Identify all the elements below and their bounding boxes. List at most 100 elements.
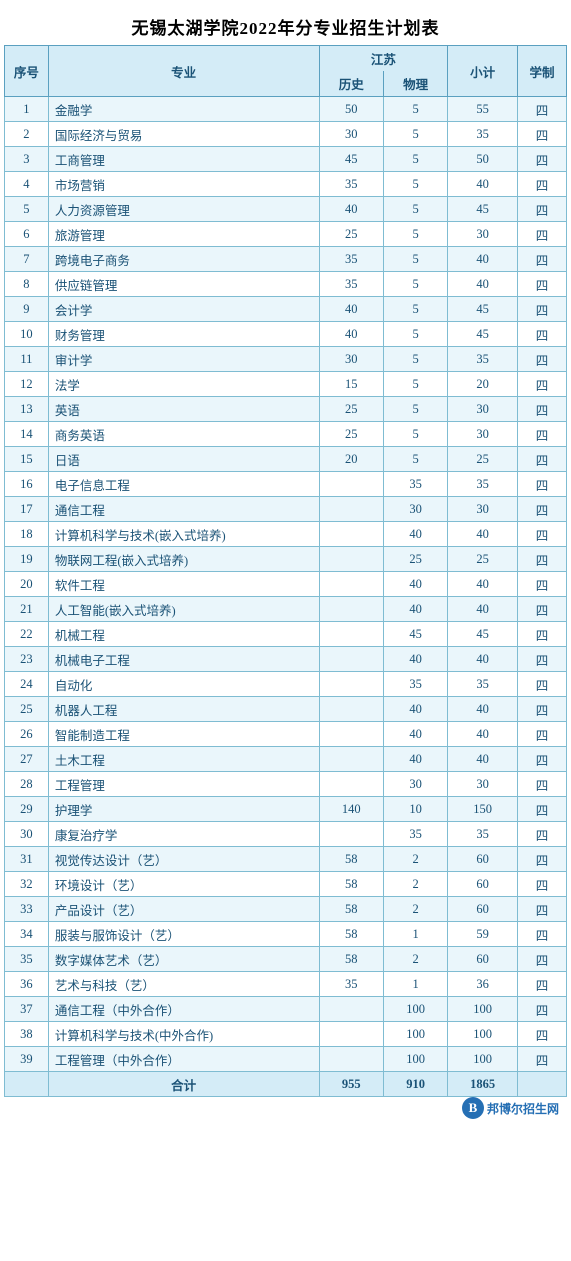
- cell-seq: 10: [5, 322, 49, 347]
- cell-subtotal: 60: [448, 847, 518, 872]
- cell-history: [319, 672, 383, 697]
- cell-physics: 1: [383, 922, 447, 947]
- table-row: 27土木工程4040四: [5, 747, 567, 772]
- table-row: 26智能制造工程4040四: [5, 722, 567, 747]
- cell-subtotal: 40: [448, 597, 518, 622]
- cell-seq: 11: [5, 347, 49, 372]
- table-row: 6旅游管理25530四: [5, 222, 567, 247]
- cell-major: 工商管理: [48, 147, 319, 172]
- table-row: 5人力资源管理40545四: [5, 197, 567, 222]
- cell-years: 四: [517, 797, 566, 822]
- cell-seq: 13: [5, 397, 49, 422]
- cell-physics: 25: [383, 547, 447, 572]
- cell-history: 58: [319, 872, 383, 897]
- total-row: 合计9559101865: [5, 1072, 567, 1097]
- cell-seq: 36: [5, 972, 49, 997]
- cell-history: [319, 547, 383, 572]
- cell-seq: 16: [5, 472, 49, 497]
- cell-subtotal: 30: [448, 497, 518, 522]
- cell-major: 服装与服饰设计（艺）: [48, 922, 319, 947]
- cell-years: 四: [517, 1047, 566, 1072]
- table-row: 24自动化3535四: [5, 672, 567, 697]
- cell-history: 35: [319, 272, 383, 297]
- cell-years: 四: [517, 897, 566, 922]
- cell-subtotal: 60: [448, 947, 518, 972]
- cell-physics: 40: [383, 647, 447, 672]
- table-row: 2国际经济与贸易30535四: [5, 122, 567, 147]
- cell-physics: 5: [383, 272, 447, 297]
- cell-physics: 5: [383, 147, 447, 172]
- total-physics: 910: [383, 1072, 447, 1097]
- cell-physics: 30: [383, 497, 447, 522]
- cell-years: 四: [517, 247, 566, 272]
- cell-major: 会计学: [48, 297, 319, 322]
- cell-history: [319, 1047, 383, 1072]
- th-physics: 物理: [383, 71, 447, 97]
- cell-history: [319, 572, 383, 597]
- total-subtotal: 1865: [448, 1072, 518, 1097]
- cell-years: 四: [517, 172, 566, 197]
- cell-history: [319, 1022, 383, 1047]
- cell-physics: 5: [383, 422, 447, 447]
- table-row: 39工程管理（中外合作）100100四: [5, 1047, 567, 1072]
- cell-seq: 9: [5, 297, 49, 322]
- th-history: 历史: [319, 71, 383, 97]
- cell-years: 四: [517, 297, 566, 322]
- cell-seq: 25: [5, 697, 49, 722]
- cell-major: 电子信息工程: [48, 472, 319, 497]
- cell-major: 通信工程（中外合作）: [48, 997, 319, 1022]
- cell-history: [319, 472, 383, 497]
- cell-physics: 2: [383, 897, 447, 922]
- cell-years: 四: [517, 647, 566, 672]
- table-row: 7跨境电子商务35540四: [5, 247, 567, 272]
- cell-history: 35: [319, 247, 383, 272]
- cell-years: 四: [517, 497, 566, 522]
- cell-physics: 35: [383, 472, 447, 497]
- cell-subtotal: 35: [448, 122, 518, 147]
- cell-years: 四: [517, 122, 566, 147]
- table-row: 16电子信息工程3535四: [5, 472, 567, 497]
- cell-physics: 100: [383, 1047, 447, 1072]
- cell-major: 旅游管理: [48, 222, 319, 247]
- cell-major: 软件工程: [48, 572, 319, 597]
- table-row: 33产品设计（艺）58260四: [5, 897, 567, 922]
- cell-major: 供应链管理: [48, 272, 319, 297]
- cell-subtotal: 60: [448, 897, 518, 922]
- cell-years: 四: [517, 697, 566, 722]
- th-jiangsu: 江苏: [319, 46, 448, 72]
- cell-years: 四: [517, 222, 566, 247]
- enrollment-table: 序号 专业 江苏 小计 学制 历史 物理 1金融学50555四2国际经济与贸易3…: [4, 45, 567, 1097]
- cell-seq: 7: [5, 247, 49, 272]
- cell-years: 四: [517, 322, 566, 347]
- cell-physics: 5: [383, 347, 447, 372]
- total-label: [5, 1072, 49, 1097]
- cell-history: 40: [319, 297, 383, 322]
- cell-seq: 23: [5, 647, 49, 672]
- total-label-text: 合计: [48, 1072, 319, 1097]
- cell-seq: 15: [5, 447, 49, 472]
- cell-subtotal: 25: [448, 447, 518, 472]
- cell-major: 通信工程: [48, 497, 319, 522]
- cell-physics: 5: [383, 322, 447, 347]
- cell-seq: 34: [5, 922, 49, 947]
- cell-subtotal: 40: [448, 247, 518, 272]
- cell-years: 四: [517, 447, 566, 472]
- cell-years: 四: [517, 522, 566, 547]
- cell-seq: 14: [5, 422, 49, 447]
- cell-seq: 19: [5, 547, 49, 572]
- cell-subtotal: 40: [448, 272, 518, 297]
- table-row: 9会计学40545四: [5, 297, 567, 322]
- cell-physics: 35: [383, 822, 447, 847]
- cell-subtotal: 35: [448, 672, 518, 697]
- cell-years: 四: [517, 872, 566, 897]
- th-years: 学制: [517, 46, 566, 97]
- cell-seq: 3: [5, 147, 49, 172]
- cell-subtotal: 30: [448, 772, 518, 797]
- cell-years: 四: [517, 347, 566, 372]
- cell-seq: 18: [5, 522, 49, 547]
- table-row: 3工商管理45550四: [5, 147, 567, 172]
- cell-subtotal: 45: [448, 622, 518, 647]
- table-row: 35数字媒体艺术（艺）58260四: [5, 947, 567, 972]
- total-years: [517, 1072, 566, 1097]
- cell-major: 计算机科学与技术(中外合作): [48, 1022, 319, 1047]
